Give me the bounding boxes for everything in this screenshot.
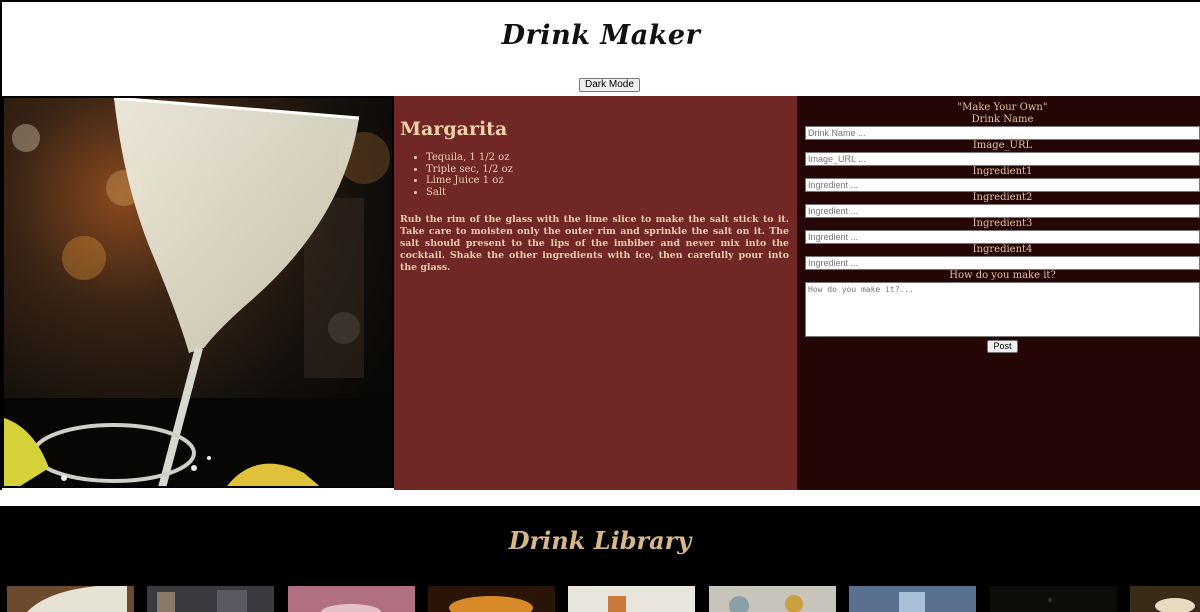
drink-thumbnail[interactable] — [147, 586, 274, 612]
ingredient-item: Salt — [426, 187, 789, 199]
featured-drink-section: Margarita Tequila, 1 1/2 oz Triple sec, … — [2, 96, 1200, 490]
ingredient3-label: Ingredient3 — [972, 218, 1033, 229]
ingredient4-input[interactable] — [805, 256, 1200, 270]
ingredient2-input[interactable] — [805, 204, 1200, 218]
ingredient4-label: Ingredient4 — [972, 244, 1033, 255]
drink-library: Drink Library — [0, 506, 1200, 612]
site-header: Drink Maker Dark Mode — [2, 2, 1200, 96]
drink-thumbnail[interactable] — [1130, 586, 1200, 612]
drink-thumbnail[interactable] — [288, 586, 415, 612]
drink-name-label: Drink Name — [971, 114, 1034, 125]
image-url-label: Image_URL — [972, 140, 1033, 151]
image-url-input[interactable] — [805, 152, 1200, 166]
ingredient1-input[interactable] — [805, 178, 1200, 192]
drink-thumbnail[interactable] — [568, 586, 695, 612]
recipe-instructions: Rub the rim of the glass with the lime s… — [400, 214, 789, 273]
recipe-panel: Margarita Tequila, 1 1/2 oz Triple sec, … — [394, 96, 797, 490]
site-title: Drink Maker — [501, 20, 701, 51]
ingredient-item: Triple sec, 1/2 oz — [426, 164, 789, 176]
form-heading: "Make Your Own" — [957, 102, 1048, 113]
library-title: Drink Library — [508, 526, 692, 555]
make-your-own-form: "Make Your Own" Drink Name Image_URL Ing… — [797, 96, 1200, 490]
dark-mode-button[interactable]: Dark Mode — [579, 78, 640, 92]
ingredient3-input[interactable] — [805, 230, 1200, 244]
ingredient-list: Tequila, 1 1/2 oz Triple sec, 1/2 oz Lim… — [426, 152, 789, 198]
post-button[interactable]: Post — [987, 340, 1018, 353]
drink-thumbnail[interactable] — [709, 586, 836, 612]
method-label: How do you make it? — [949, 270, 1056, 281]
ingredient1-label: Ingredient1 — [972, 166, 1033, 177]
drink-thumbnail[interactable] — [7, 586, 134, 612]
method-textarea[interactable] — [805, 282, 1200, 337]
drink-thumbnail[interactable] — [990, 586, 1117, 612]
drink-photo — [2, 96, 394, 488]
thumbnail-row — [7, 586, 1200, 612]
margarita-glass-illustration — [4, 98, 392, 486]
ingredient2-label: Ingredient2 — [972, 192, 1033, 203]
drink-thumbnail[interactable] — [428, 586, 555, 612]
drink-name: Margarita — [400, 118, 508, 140]
ingredient-item: Lime Juice 1 oz — [426, 175, 789, 187]
drink-thumbnail[interactable] — [849, 586, 976, 612]
drink-name-input[interactable] — [805, 126, 1200, 140]
ingredient-item: Tequila, 1 1/2 oz — [426, 152, 789, 164]
